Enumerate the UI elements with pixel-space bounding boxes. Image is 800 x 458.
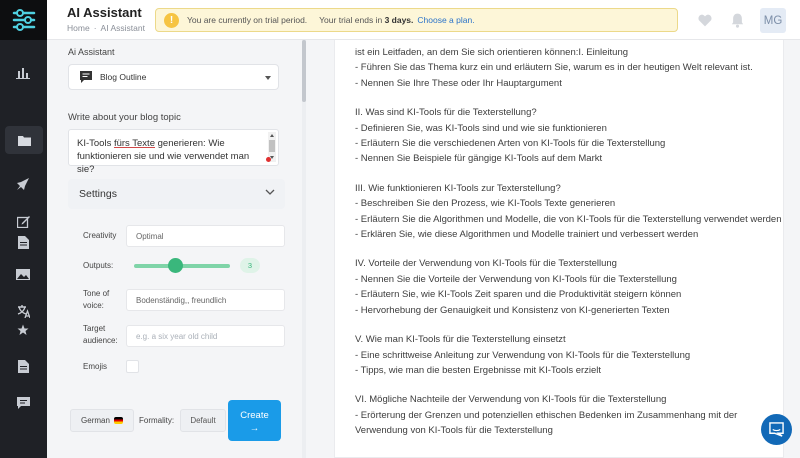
template-value: Blog Outline [100,72,147,82]
language-value: German [81,416,110,425]
emojis-label: Emojis [83,362,108,371]
outputs-slider-thumb[interactable] [168,258,183,273]
rocket-icon[interactable] [12,173,34,195]
folder-icon[interactable] [5,126,43,154]
trial-banner: ! You are currently on trial period. You… [155,8,678,32]
top-header: AI Assistant Home · AI Assistant ! You are… [47,0,800,40]
breadcrumb-home[interactable]: Home [67,23,90,33]
doc-paragraph: IV. Vorteile der Verwendung von KI-Tools… [355,258,682,316]
assistant-label: Ai Assistant [68,47,115,57]
document-area: ist ein Leitfaden, an dem Sie sich orien… [306,40,800,458]
trial-days: 3 days. [384,15,414,25]
support-chat-button[interactable] [761,414,792,445]
create-label: Create [240,410,269,421]
doc-paragraph: V. Wie man KI-Tools für die Texterstellu… [355,334,691,376]
star-icon[interactable] [12,319,34,341]
blog-icon [80,71,92,83]
arrow-right-icon: → [249,423,260,434]
topic-textarea[interactable]: KI-Tools fürs Texte generieren: Wie funk… [68,129,279,175]
chart-icon[interactable] [12,62,34,84]
edit-icon[interactable] [12,210,34,232]
settings-label: Settings [79,188,117,200]
image-icon[interactable] [12,263,34,285]
file-icon[interactable] [12,355,34,377]
create-button[interactable]: Create → [228,400,281,441]
caret-down-icon [265,76,271,80]
creativity-select[interactable]: Optimal [126,225,285,247]
settings-toggle[interactable]: Settings [68,179,285,209]
avatar[interactable]: MG [760,8,786,33]
doc-paragraph: ist ein Leitfaden, an dem Sie sich orien… [355,47,753,89]
topic-text-misspelled: fürs Texte [113,138,155,149]
outputs-label: Outputs: [83,261,114,270]
outputs-value: 3 [240,258,260,273]
logo-icon [12,9,35,31]
app-logo[interactable] [0,0,47,40]
heart-icon[interactable] [697,12,713,28]
trial-ends-text: Your trial ends in [319,15,383,25]
settings-panel: Ai Assistant Blog Outline Write about yo… [47,40,302,458]
grammar-indicator [266,157,271,162]
tone-label: Tone of voice: [83,289,110,310]
bell-icon[interactable] [729,12,745,28]
creativity-label: Creativity [83,231,117,240]
breadcrumb-current: AI Assistant [100,23,145,33]
chevron-down-icon [265,189,275,195]
audience-input[interactable]: e.g. a six year old child [126,325,285,347]
topic-text-start: KI-Tools [77,138,114,149]
breadcrumb: Home · AI Assistant [67,23,145,33]
tone-input[interactable]: Bodenständig,, freundlich [126,289,285,311]
choose-plan-link[interactable]: Choose a plan. [417,15,474,25]
breadcrumb-separator: · [93,23,97,33]
document-page[interactable]: ist ein Leitfaden, an dem Sie sich orien… [334,40,784,458]
doc-paragraph: II. Was sind KI-Tools für die Texterstel… [355,107,666,165]
template-select[interactable]: Blog Outline [68,64,279,90]
document-icon[interactable] [12,231,34,253]
warning-icon: ! [164,12,179,28]
doc-paragraph: III. Wie funktionieren KI-Tools zur Text… [355,182,782,241]
audience-label: Target audience: [83,324,118,345]
formality-select[interactable]: Default [180,409,226,432]
doc-paragraph: VI. Mögliche Nachteile der Verwendung vo… [355,394,738,437]
chat-icon[interactable] [12,392,34,414]
german-flag-icon [113,417,123,424]
formality-label: Formality: [139,416,175,425]
side-rail [0,0,47,458]
page-title: AI Assistant [67,5,142,20]
language-select[interactable]: German [70,409,134,432]
chat-bubble-icon [769,422,784,437]
trial-text: You are currently on trial period. [187,15,308,25]
topic-label: Write about your blog topic [68,112,181,123]
emojis-checkbox[interactable] [126,360,139,373]
